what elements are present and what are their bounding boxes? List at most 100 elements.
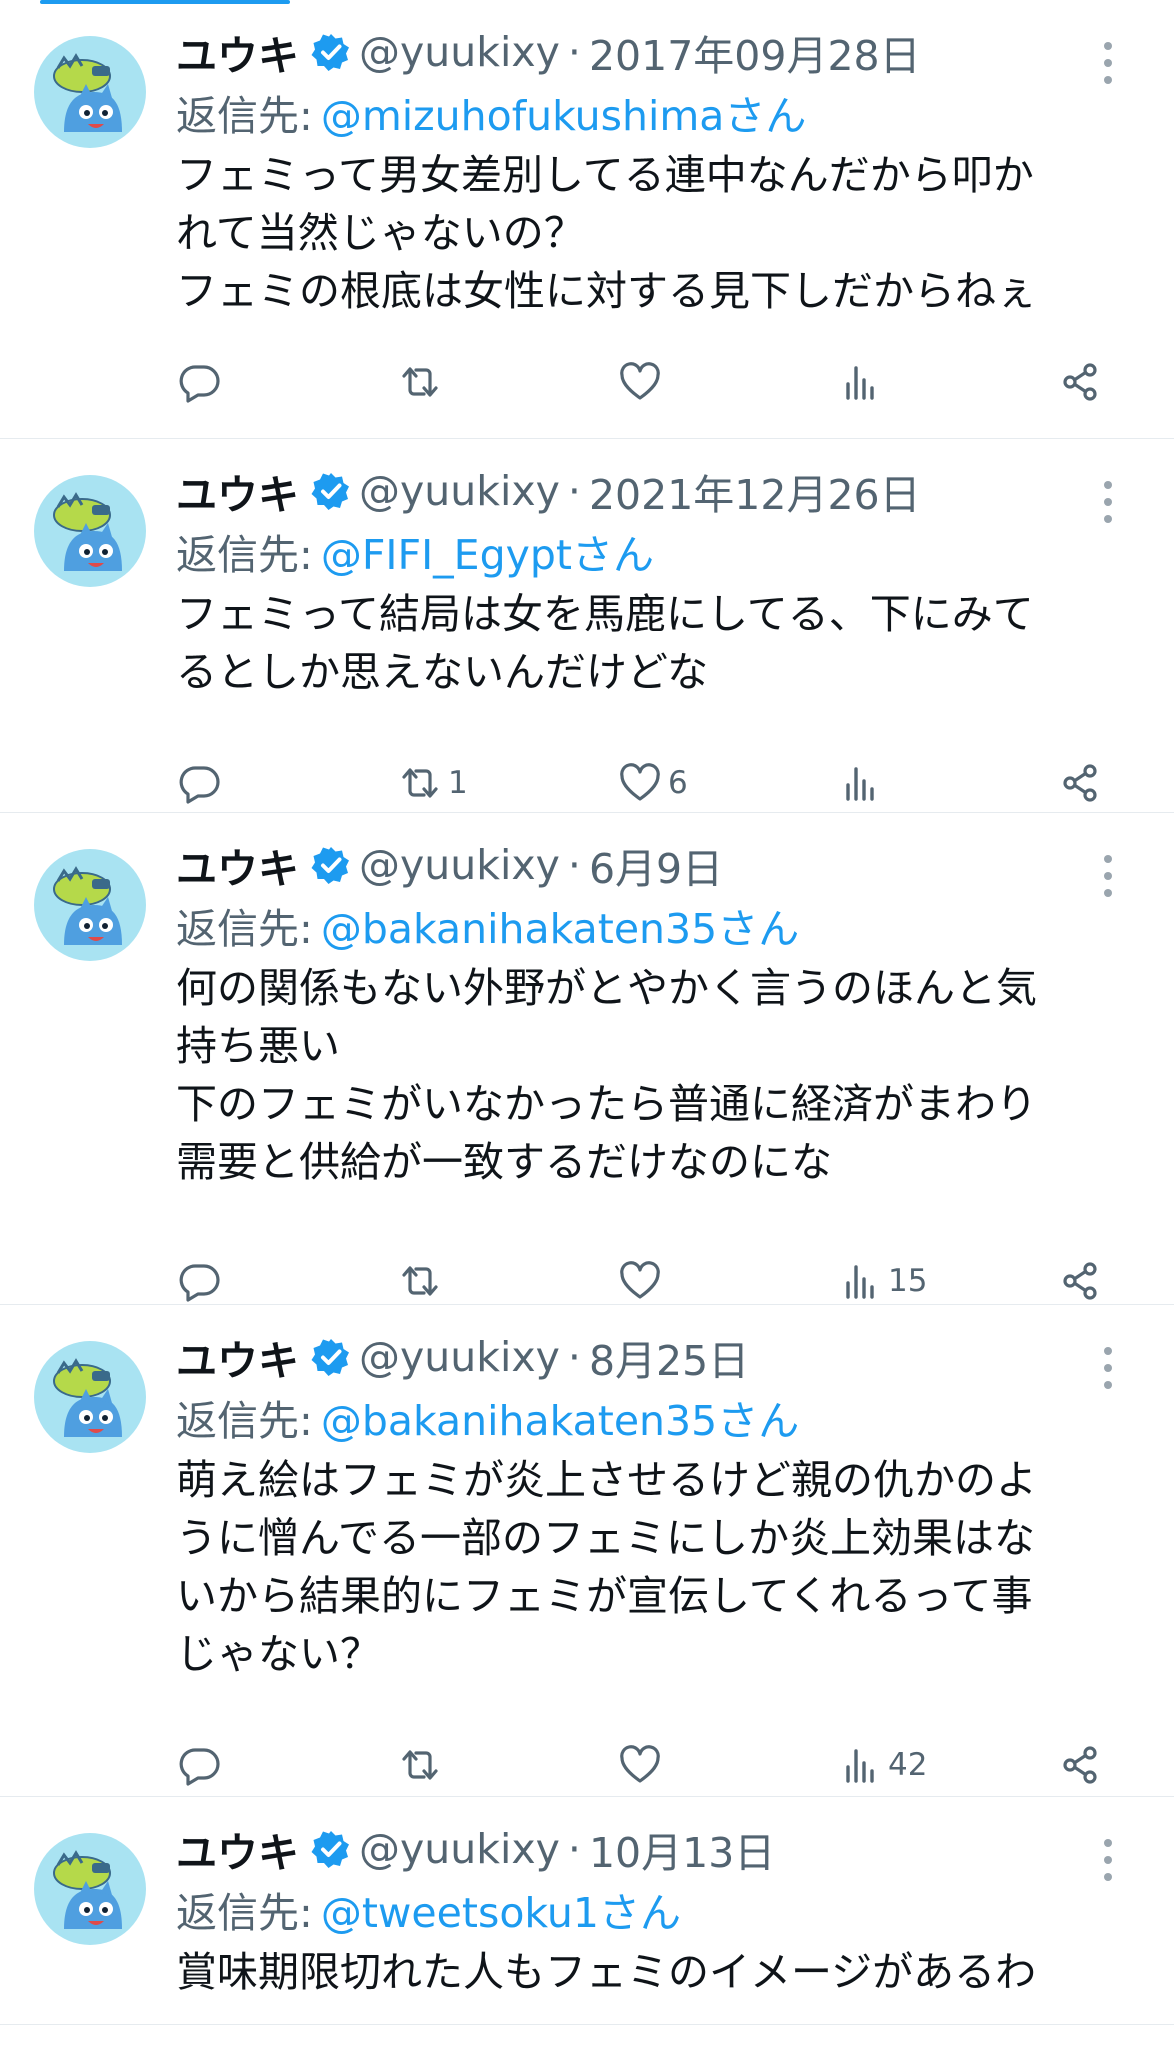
reply-button[interactable] xyxy=(176,757,228,809)
more-vertical-icon[interactable] xyxy=(1102,1345,1114,1391)
like-button[interactable] xyxy=(616,1739,668,1791)
share-icon xyxy=(1063,1262,1097,1300)
tweet-text-line: フェミって男女差別してる連中なんだから叩か xyxy=(176,151,1034,199)
reply-button[interactable] xyxy=(176,1739,228,1791)
like-button[interactable]: 6 xyxy=(616,757,688,809)
tweet-header: ユウキ @yuukixy · 2021年12月26日 xyxy=(176,461,1134,521)
avatar-character-icon xyxy=(53,866,122,945)
avatar[interactable] xyxy=(34,1341,146,1453)
display-name[interactable]: ユウキ xyxy=(176,835,299,895)
avatar-character-icon xyxy=(53,1358,122,1437)
tweet-text: フェミって男女差別してる連中なんだから叩か れて当然じゃないの？ フェミの根底は女性… xyxy=(176,146,1134,320)
tweet-actions: 42 xyxy=(176,1739,1144,1791)
tweet-text-line: いから結果的にフェミが宣伝してくれるって事 xyxy=(176,1572,1033,1620)
tweet-header: ユウキ @yuukixy · 2017年09月28日 xyxy=(176,22,1134,82)
tweet[interactable]: ユウキ @yuukixy · 10月13日 返信先: @tweetsoku1さん… xyxy=(0,1796,1174,2025)
display-name[interactable]: ユウキ xyxy=(176,22,299,82)
user-handle[interactable]: @yuukixy xyxy=(359,841,560,889)
reply-to-mention[interactable]: @bakanihakaten35さん xyxy=(321,895,799,955)
reply-to-label: 返信先: xyxy=(176,531,313,579)
like-button[interactable] xyxy=(616,356,668,408)
reply-icon xyxy=(179,766,220,804)
more-vertical-icon[interactable] xyxy=(1102,1837,1114,1883)
tweet-date[interactable]: 2017年09月28日 xyxy=(589,22,921,82)
retweet-button[interactable] xyxy=(396,1255,448,1307)
reply-icon xyxy=(179,365,220,403)
like-button[interactable] xyxy=(616,1255,668,1307)
user-handle[interactable]: @yuukixy xyxy=(359,467,560,515)
share-button[interactable] xyxy=(1056,1255,1104,1307)
reply-to-mention[interactable]: @FIFI_Egyptさん xyxy=(321,521,654,581)
tweet-body: ユウキ @yuukixy · 6月9日 返信先: @bakanihakaten3… xyxy=(176,835,1134,1191)
user-handle[interactable]: @yuukixy xyxy=(359,1333,560,1381)
views-count: 42 xyxy=(888,1747,928,1783)
tweet-text-line: るとしか思えないんだけどな xyxy=(176,648,709,696)
reply-to-mention[interactable]: @bakanihakaten35さん xyxy=(321,1387,799,1447)
avatar[interactable] xyxy=(34,1833,146,1945)
views-icon xyxy=(846,366,874,400)
retweet-button[interactable]: 1 xyxy=(396,757,468,809)
tweet-actions: 15 xyxy=(176,1255,1144,1307)
display-name[interactable]: ユウキ xyxy=(176,1327,299,1387)
heart-icon xyxy=(620,362,660,400)
separator-dot: · xyxy=(567,28,581,76)
user-handle[interactable]: @yuukixy xyxy=(359,28,560,76)
tweet-date[interactable]: 6月9日 xyxy=(589,835,723,895)
retweet-count: 1 xyxy=(448,765,468,801)
tweet-text: 萌え絵はフェミが炎上させるけど親の仇かのよ うに憎んでる一部のフェミにしか炎上効果… xyxy=(176,1451,1134,1683)
next-tweet-peek xyxy=(0,2024,1174,2055)
tweet[interactable]: ユウキ @yuukixy · 2017年09月28日 返信先: @mizuhof… xyxy=(0,0,1174,438)
reply-button[interactable] xyxy=(176,1255,228,1307)
more-vertical-icon[interactable] xyxy=(1102,479,1114,525)
avatar-character-icon xyxy=(53,53,122,132)
reply-to-label: 返信先: xyxy=(176,1397,313,1445)
views-button[interactable]: 15 xyxy=(836,1255,927,1307)
retweet-button[interactable] xyxy=(396,1739,448,1791)
reply-to-mention[interactable]: @tweetsoku1さん xyxy=(321,1879,681,1939)
tweet-date[interactable]: 10月13日 xyxy=(589,1819,775,1879)
views-icon xyxy=(846,1749,874,1783)
display-name[interactable]: ユウキ xyxy=(176,461,299,521)
separator-dot: · xyxy=(567,1825,581,1873)
tweet-text-line: 何の関係もない外野がとやかく言うのほんと気 xyxy=(176,964,1037,1012)
tweet-date[interactable]: 8月25日 xyxy=(589,1327,749,1387)
tweet-text-line: フェミの根底は女性に対する見下しだからねぇ xyxy=(176,267,1037,315)
share-button[interactable] xyxy=(1056,757,1104,809)
tweet-text-line: 賞味期限切れた人もフェミのイメージがあるわ xyxy=(176,1948,1037,1996)
reply-to-line: 返信先: @mizuhofukushimaさん xyxy=(176,82,1134,142)
separator-dot: · xyxy=(567,1333,581,1381)
more-vertical-icon[interactable] xyxy=(1102,853,1114,899)
verified-badge-icon xyxy=(311,1337,351,1377)
tweet[interactable]: ユウキ @yuukixy · 2021年12月26日 返信先: @FIFI_Eg… xyxy=(0,438,1174,813)
avatar[interactable] xyxy=(34,849,146,961)
retweet-button[interactable] xyxy=(396,356,448,408)
reply-button[interactable] xyxy=(176,356,228,408)
share-button[interactable] xyxy=(1056,1739,1104,1791)
views-button[interactable]: 42 xyxy=(836,1739,927,1791)
reply-icon xyxy=(179,1748,220,1786)
share-icon xyxy=(1063,1746,1097,1784)
tweet-date[interactable]: 2021年12月26日 xyxy=(589,461,921,521)
display-name[interactable]: ユウキ xyxy=(176,1819,299,1879)
avatar[interactable] xyxy=(34,36,146,148)
avatar[interactable] xyxy=(34,475,146,587)
views-button[interactable] xyxy=(836,356,888,408)
views-button[interactable] xyxy=(836,757,888,809)
tweet-text: 何の関係もない外野がとやかく言うのほんと気 持ち悪い 下のフェミがいなかったら普通に… xyxy=(176,959,1134,1191)
more-vertical-icon[interactable] xyxy=(1102,40,1114,86)
tweet-text: フェミって結局は女を馬鹿にしてる、下にみて るとしか思えないんだけどな xyxy=(176,585,1134,701)
tweet[interactable]: ユウキ @yuukixy · 8月25日 返信先: @bakanihakaten… xyxy=(0,1304,1174,1797)
tweet-body: ユウキ @yuukixy · 10月13日 返信先: @tweetsoku1さん… xyxy=(176,1819,1134,2001)
avatar-character-icon xyxy=(53,492,122,571)
verified-badge-icon xyxy=(311,32,351,72)
retweet-icon xyxy=(402,367,438,397)
tweet-header: ユウキ @yuukixy · 8月25日 xyxy=(176,1327,1134,1387)
user-handle[interactable]: @yuukixy xyxy=(359,1825,560,1873)
tweet-body: ユウキ @yuukixy · 2021年12月26日 返信先: @FIFI_Eg… xyxy=(176,461,1134,701)
heart-icon xyxy=(620,1745,660,1783)
tweet[interactable]: ユウキ @yuukixy · 6月9日 返信先: @bakanihakaten3… xyxy=(0,812,1174,1305)
share-button[interactable] xyxy=(1056,356,1104,408)
tweet-header: ユウキ @yuukixy · 6月9日 xyxy=(176,835,1134,895)
reply-to-line: 返信先: @tweetsoku1さん xyxy=(176,1879,1134,1939)
reply-to-mention[interactable]: @mizuhofukushimaさん xyxy=(321,82,807,142)
